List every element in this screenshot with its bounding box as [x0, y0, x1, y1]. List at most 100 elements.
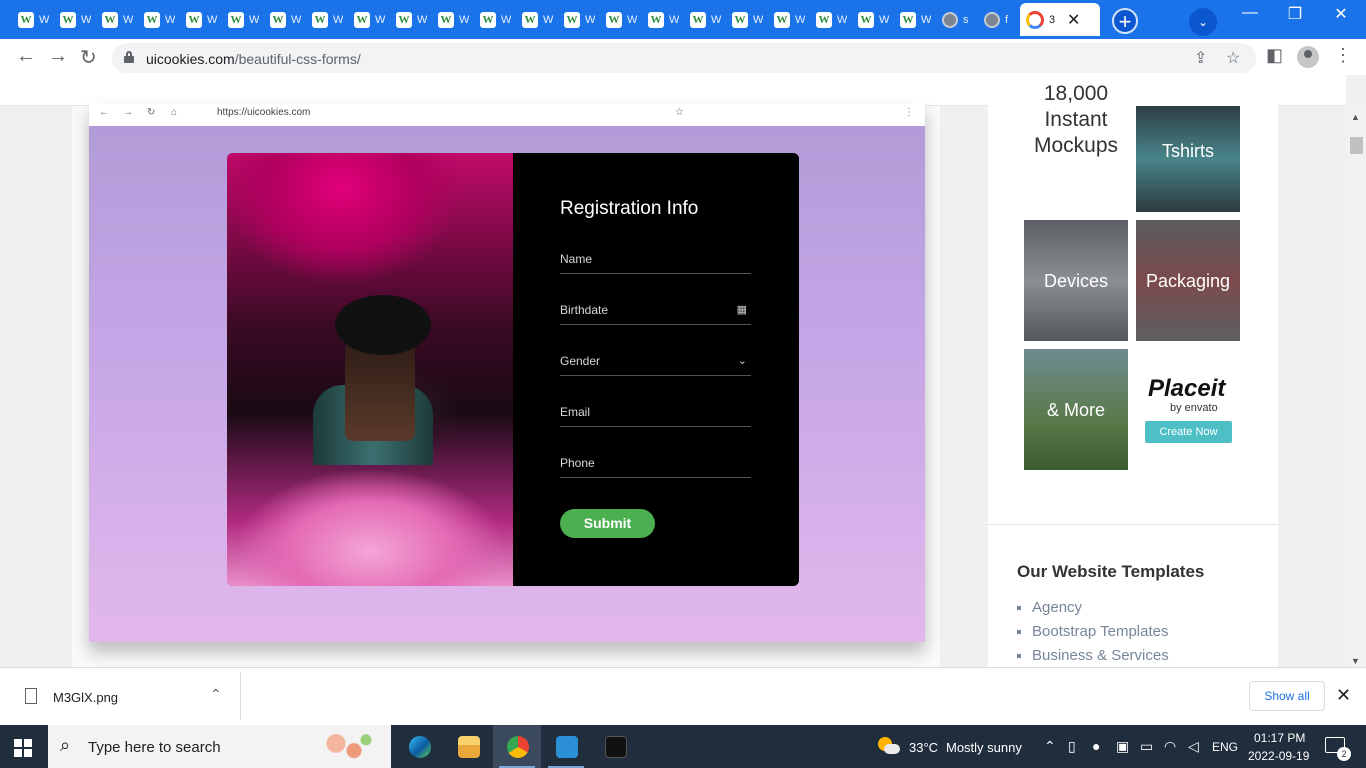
browser-tab[interactable]: WW [768, 3, 808, 36]
templates-link-agency[interactable]: Agency [1032, 599, 1169, 623]
scroll-thumb[interactable] [1350, 137, 1363, 154]
clock-time[interactable]: 01:17 PM [1254, 731, 1305, 745]
site-favicon-icon: W [900, 11, 916, 28]
inner-menu-icon: ⋮ [904, 107, 914, 118]
tab-title: W [585, 13, 595, 26]
weather-icon[interactable] [878, 737, 900, 757]
tray-chevron-icon[interactable]: ⌃ [1044, 738, 1056, 755]
ad-tile-devices[interactable]: Devices [1024, 220, 1128, 341]
globe-icon [942, 11, 958, 28]
browser-tab[interactable]: WW [96, 3, 136, 36]
share-icon[interactable]: ⇪ [1194, 48, 1207, 68]
browser-tab[interactable]: WW [810, 3, 850, 36]
browser-tab[interactable]: WW [180, 3, 220, 36]
browser-tab[interactable]: WW [222, 3, 262, 36]
forward-button[interactable]: → [48, 45, 68, 68]
browser-tab[interactable]: WW [432, 3, 472, 36]
create-now-button[interactable]: Create Now [1145, 421, 1232, 443]
browser-tab[interactable]: WW [558, 3, 598, 36]
divider [988, 524, 1278, 525]
chevron-up-icon[interactable]: ⌃ [210, 686, 222, 703]
registration-form: Registration Info Name Birthdate ▦ Gende… [513, 153, 799, 586]
ad-tile-more[interactable]: & More [1024, 349, 1128, 470]
site-favicon-icon: W [774, 11, 790, 28]
terminal-icon[interactable] [591, 725, 639, 768]
new-tab-button[interactable]: + [1112, 8, 1138, 34]
browser-tab[interactable]: WW [54, 3, 94, 36]
battery-icon[interactable]: ▭ [1140, 738, 1153, 755]
menu-icon[interactable]: ⋮ [1334, 45, 1352, 66]
placeit-logo[interactable]: Placeit [1148, 375, 1232, 403]
browser-tab[interactable]: WW [264, 3, 304, 36]
search-highlight-image [318, 729, 378, 765]
taskbar-search[interactable]: ⌕ Type here to search [48, 725, 391, 768]
wifi-icon[interactable]: ◠ [1164, 738, 1176, 755]
tray-security-icon[interactable]: ● [1092, 738, 1100, 754]
edge-icon[interactable] [395, 725, 443, 768]
browser-tab[interactable]: WW [852, 3, 892, 36]
active-browser-tab[interactable]: 3 ✕ [1020, 3, 1100, 36]
browser-tab[interactable]: WW [12, 3, 52, 36]
field-label: Gender [560, 354, 601, 368]
site-favicon-icon: W [270, 11, 286, 28]
show-all-button[interactable]: Show all [1249, 681, 1325, 711]
clock-date[interactable]: 2022-09-19 [1248, 749, 1309, 763]
browser-tab[interactable]: s [936, 3, 976, 36]
browser-tab[interactable]: f [978, 3, 1018, 36]
submit-button: Submit [560, 509, 655, 538]
volume-icon[interactable]: ◁ [1188, 738, 1199, 755]
download-item-name[interactable]: M3GlX.png [53, 690, 118, 705]
lock-icon[interactable] [124, 51, 134, 63]
back-button[interactable]: ← [16, 45, 36, 68]
tab-title: W [249, 13, 259, 26]
tab-title: W [795, 13, 805, 26]
file-explorer-icon[interactable] [444, 725, 492, 768]
browser-tab[interactable]: WW [894, 3, 934, 36]
url-text[interactable]: uicookies.com/beautiful-css-forms/ [146, 51, 361, 67]
minimize-button[interactable]: — [1230, 4, 1270, 24]
close-downloads-button[interactable]: ✕ [1336, 685, 1351, 706]
scroll-down-icon[interactable]: ▼ [1351, 656, 1360, 666]
browser-tab[interactable]: WW [138, 3, 178, 36]
restore-button[interactable]: ❐ [1275, 4, 1315, 24]
ad-tile-packaging[interactable]: Packaging [1136, 220, 1240, 341]
browser-tab[interactable]: WW [642, 3, 682, 36]
browser-tab[interactable]: WW [306, 3, 346, 36]
browser-tab[interactable]: WW [390, 3, 430, 36]
tab-title: W [417, 13, 427, 26]
weather-temperature[interactable]: 33°C [909, 740, 938, 755]
chevron-down-icon: ⌄ [737, 355, 747, 367]
vscode-icon[interactable] [542, 725, 590, 768]
tray-device-icon[interactable]: ▯ [1068, 738, 1076, 755]
profile-avatar[interactable] [1297, 46, 1319, 68]
close-tab-icon[interactable]: ✕ [1067, 10, 1080, 30]
browser-tab[interactable]: WW [600, 3, 640, 36]
tray-app-icon[interactable]: ▣ [1116, 738, 1129, 755]
ad-tile-tshirts[interactable]: Tshirts [1136, 106, 1240, 212]
tab-search-button[interactable]: ⌄ [1189, 8, 1217, 36]
weather-description[interactable]: Mostly sunny [946, 740, 1022, 755]
browser-tab[interactable]: WW [726, 3, 766, 36]
windows-start-icon[interactable] [14, 739, 32, 757]
ad-mockups-text[interactable]: 18,000 Instant Mockups [1024, 75, 1128, 185]
browser-tab[interactable]: WW [684, 3, 724, 36]
browser-tab[interactable]: WW [348, 3, 388, 36]
close-window-button[interactable]: ✕ [1321, 4, 1361, 24]
templates-link-business[interactable]: Business & Services [1032, 647, 1169, 667]
browser-tab[interactable]: WW [516, 3, 556, 36]
field-label: Email [560, 405, 591, 419]
tab-title: W [81, 13, 91, 26]
site-favicon-icon: W [564, 11, 580, 28]
reload-button[interactable]: ↻ [80, 45, 97, 70]
browser-tab[interactable]: WW [474, 3, 514, 36]
site-favicon-icon: W [732, 11, 748, 28]
chrome-icon[interactable] [493, 725, 541, 768]
bookmark-star-icon[interactable]: ☆ [1226, 48, 1240, 68]
address-bar[interactable]: uicookies.com/beautiful-css-forms/ ⇪ ☆ [112, 43, 1256, 73]
scroll-up-icon[interactable]: ▲ [1351, 112, 1360, 122]
page-scrollbar[interactable]: ▲ ▼ [1346, 106, 1366, 667]
side-panel-icon[interactable]: ◧ [1266, 45, 1283, 66]
tab-title: W [501, 13, 511, 26]
language-indicator[interactable]: ENG [1212, 740, 1238, 754]
templates-link-bootstrap[interactable]: Bootstrap Templates [1032, 623, 1169, 647]
